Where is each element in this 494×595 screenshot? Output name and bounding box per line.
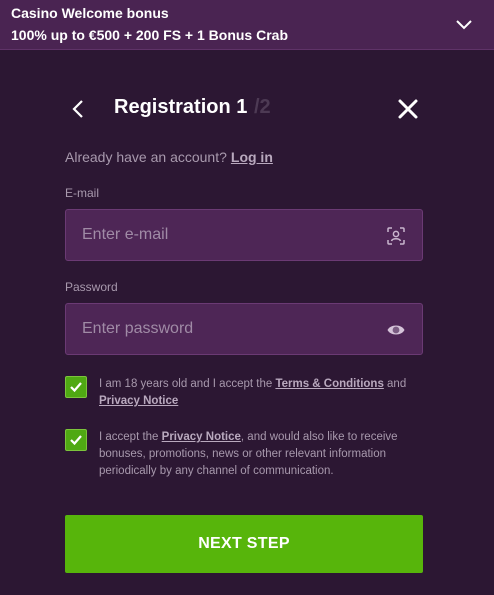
privacy-notice-link[interactable]: Privacy Notice — [162, 431, 241, 443]
password-label: Password — [65, 280, 118, 294]
chevron-down-icon[interactable] — [454, 14, 474, 34]
email-label: E-mail — [65, 186, 100, 200]
login-prompt-text: Already have an account? — [65, 149, 227, 165]
face-scan-icon[interactable] — [386, 226, 406, 246]
chevron-left-icon[interactable] — [68, 98, 88, 120]
privacy-notice-link[interactable]: Privacy Notice — [99, 395, 178, 407]
terms-text-and: and — [383, 378, 407, 390]
banner-offer: 100% up to €500 + 200 FS + 1 Bonus Crab — [11, 27, 288, 43]
password-field-box — [65, 303, 423, 355]
step-total: /2 — [254, 96, 271, 118]
eye-icon[interactable] — [386, 320, 406, 340]
terms-link[interactable]: Terms & Conditions — [275, 378, 383, 390]
marketing-consent-text: I accept the Privacy Notice, and would a… — [99, 429, 421, 480]
promo-banner[interactable]: Casino Welcome bonus 100% up to €500 + 2… — [0, 0, 494, 50]
terms-checkbox[interactable] — [65, 376, 87, 398]
terms-text-before: I am 18 years old and I accept the — [99, 378, 276, 390]
next-step-button[interactable]: NEXT STEP — [65, 515, 423, 573]
page-title: Registration 1 — [114, 96, 248, 118]
email-field-box — [65, 209, 423, 261]
checkmark-icon — [70, 435, 82, 446]
checkmark-icon — [70, 382, 82, 393]
close-icon[interactable] — [397, 98, 419, 120]
terms-consent-text: I am 18 years old and I accept the Terms… — [99, 376, 421, 410]
login-prompt: Already have an account? Log in — [65, 149, 273, 165]
password-field[interactable] — [66, 304, 366, 354]
marketing-text-before: I accept the — [99, 431, 162, 443]
marketing-checkbox[interactable] — [65, 429, 87, 451]
email-field[interactable] — [66, 210, 366, 260]
banner-title: Casino Welcome bonus — [11, 5, 169, 21]
login-link[interactable]: Log in — [231, 149, 273, 165]
